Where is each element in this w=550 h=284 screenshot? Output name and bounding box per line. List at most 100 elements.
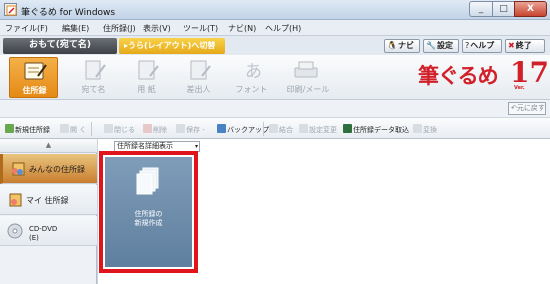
- maximize-button[interactable]: □: [492, 1, 515, 17]
- addressbook-icon: [24, 62, 47, 80]
- merge-button[interactable]: 結合: [269, 124, 293, 136]
- new-addressbook-button[interactable]: 新規住所録: [5, 124, 50, 136]
- folder-icon: [60, 124, 69, 133]
- switch-to-back-button[interactable]: ▸うら(レイアウト)へ切替: [119, 38, 225, 54]
- my-book-icon: [9, 193, 22, 207]
- app-icon[interactable]: [4, 3, 17, 16]
- menu-navi[interactable]: ナビ(N): [228, 23, 256, 34]
- close-addressbook-label: 閉じる: [114, 126, 135, 134]
- front-mode-tab[interactable]: おもて(宛て名): [3, 38, 117, 54]
- help-label: ヘルプ: [470, 41, 495, 50]
- mode-bar: おもて(宛て名) ▸うら(レイアウト)へ切替 🐧ナビ 🔧設定 ?ヘルプ ✖終了: [0, 36, 550, 55]
- settings-icon: 🔧: [426, 41, 436, 50]
- new-addressbook-label: 新規住所録: [15, 126, 50, 134]
- delete-button[interactable]: 削除: [143, 124, 167, 136]
- save-label: 保存 -: [186, 126, 205, 134]
- menu-tools[interactable]: ツール(T): [183, 23, 218, 34]
- shared-book-icon: [12, 162, 25, 176]
- cd-dvd-line1: CD-DVD: [29, 225, 58, 233]
- undo-button[interactable]: ↶元に戻す: [508, 102, 546, 115]
- convert-icon: [413, 124, 422, 133]
- chevron-down-icon: ▾: [194, 143, 198, 150]
- menu-bar: ファイル(F) 編集(E) 住所録(J) 表示(V) ツール(T) ナビ(N) …: [0, 20, 550, 36]
- tab-paper[interactable]: 用 紙: [122, 57, 171, 98]
- import-data-button[interactable]: 住所録データ取込: [343, 124, 409, 136]
- minimize-button[interactable]: _: [469, 1, 493, 17]
- sidebar-scroll-up-button[interactable]: ▲: [0, 139, 97, 153]
- menu-edit[interactable]: 編集(E): [62, 23, 89, 34]
- merge-label: 結合: [279, 126, 293, 134]
- exit-button[interactable]: ✖終了: [505, 39, 545, 53]
- navi-button[interactable]: 🐧ナビ: [384, 39, 420, 53]
- fudegurume-logo: 筆ぐるめ 17 Ver.: [418, 56, 549, 96]
- tab-print-mail-label: 印刷/メール: [286, 85, 330, 94]
- logo-text: 筆ぐるめ: [418, 64, 499, 88]
- backup-button[interactable]: バックアップ: [217, 124, 269, 136]
- new-addressbook-card[interactable]: 住所録の 新規作成: [105, 157, 192, 267]
- settings-button[interactable]: 🔧設定: [423, 39, 459, 53]
- menu-file[interactable]: ファイル(F): [5, 23, 48, 34]
- document-stack-icon: [136, 167, 159, 195]
- convert-label: 変換: [423, 126, 437, 134]
- settings-change-icon: [299, 124, 308, 133]
- title-bar: 筆ぐるめ for Windows _ □ X: [0, 0, 550, 20]
- open-label: 開 く: [70, 126, 87, 134]
- sidebar-item-my-addressbook[interactable]: マイ 住所録: [0, 185, 97, 215]
- sender-icon: [190, 60, 211, 80]
- tab-font[interactable]: あ フォント: [227, 57, 276, 98]
- close-book-icon: [104, 124, 113, 133]
- window-title: 筆ぐるめ for Windows: [21, 8, 116, 18]
- backup-icon: [217, 124, 226, 133]
- menu-addressbook[interactable]: 住所録(J): [103, 23, 136, 34]
- new-icon: [5, 124, 14, 133]
- logo-version: Ver.: [514, 85, 525, 91]
- delete-label: 削除: [153, 126, 167, 134]
- navi-icon: 🐧: [387, 41, 397, 50]
- delete-icon: [143, 124, 152, 133]
- convert-button[interactable]: 変換: [413, 124, 437, 136]
- new-card-label-line2: 新規作成: [134, 219, 163, 227]
- tab-paper-label: 用 紙: [137, 85, 156, 94]
- save-button[interactable]: 保存 -: [176, 124, 205, 136]
- sidebar-item-label: みんなの住所録: [29, 165, 85, 174]
- help-icon: ?: [465, 41, 470, 50]
- toolbar-divider: [91, 122, 92, 136]
- sidebar-item-label: CD-DVD (E): [29, 225, 57, 243]
- close-button[interactable]: X: [514, 1, 547, 17]
- undo-label: 元に戻す: [516, 104, 545, 112]
- svg-text:あ: あ: [245, 62, 262, 81]
- postcard-icon: [85, 60, 106, 80]
- cd-dvd-line2: (E): [29, 234, 39, 242]
- import-data-label: 住所録データ取込: [353, 126, 409, 134]
- paper-icon: [138, 60, 159, 80]
- settings-change-button[interactable]: 設定変更: [299, 124, 337, 136]
- settings-label: 設定: [436, 41, 453, 50]
- exit-icon: ✖: [508, 41, 515, 50]
- open-button[interactable]: 開 く: [60, 124, 86, 136]
- help-button[interactable]: ?ヘルプ: [462, 39, 502, 53]
- menu-help[interactable]: ヘルプ(H): [265, 23, 301, 34]
- ribbon: 住所録 宛て名 用 紙 差出人 あ フォント 印刷/メール 筆ぐるめ 17 Ve…: [0, 55, 550, 100]
- tab-sender[interactable]: 差出人: [174, 57, 223, 98]
- tab-sender-label: 差出人: [186, 85, 211, 94]
- toolbar: 新規住所録 開 く 閉じる 削除 保存 - バックアップ 結合 設定変更 住所録…: [0, 117, 550, 139]
- settings-change-label: 設定変更: [309, 126, 337, 134]
- toolbar-divider: [263, 122, 264, 136]
- addressbook-sidebar: ▲ みんなの住所録 マイ 住所録 CD-DVD (E): [0, 139, 97, 284]
- exit-label: 終了: [515, 41, 532, 50]
- tab-font-label: フォント: [235, 85, 268, 94]
- sidebar-item-cd-dvd[interactable]: CD-DVD (E): [0, 216, 97, 246]
- tab-recipient[interactable]: 宛て名: [69, 57, 118, 98]
- disc-icon: [7, 223, 23, 239]
- tab-print-mail[interactable]: 印刷/メール: [281, 57, 335, 98]
- save-icon: [176, 124, 185, 133]
- tab-addressbook[interactable]: 住所録: [9, 57, 58, 98]
- tab-recipient-label: 宛て名: [81, 85, 106, 94]
- navi-label: ナビ: [397, 41, 414, 50]
- sidebar-item-shared-addressbook[interactable]: みんなの住所録: [0, 154, 97, 184]
- close-addressbook-button[interactable]: 閉じる: [104, 124, 135, 136]
- menu-view[interactable]: 表示(V): [143, 23, 171, 34]
- sidebar-item-label: マイ 住所録: [26, 196, 69, 205]
- merge-icon: [269, 124, 278, 133]
- import-icon: [343, 124, 352, 133]
